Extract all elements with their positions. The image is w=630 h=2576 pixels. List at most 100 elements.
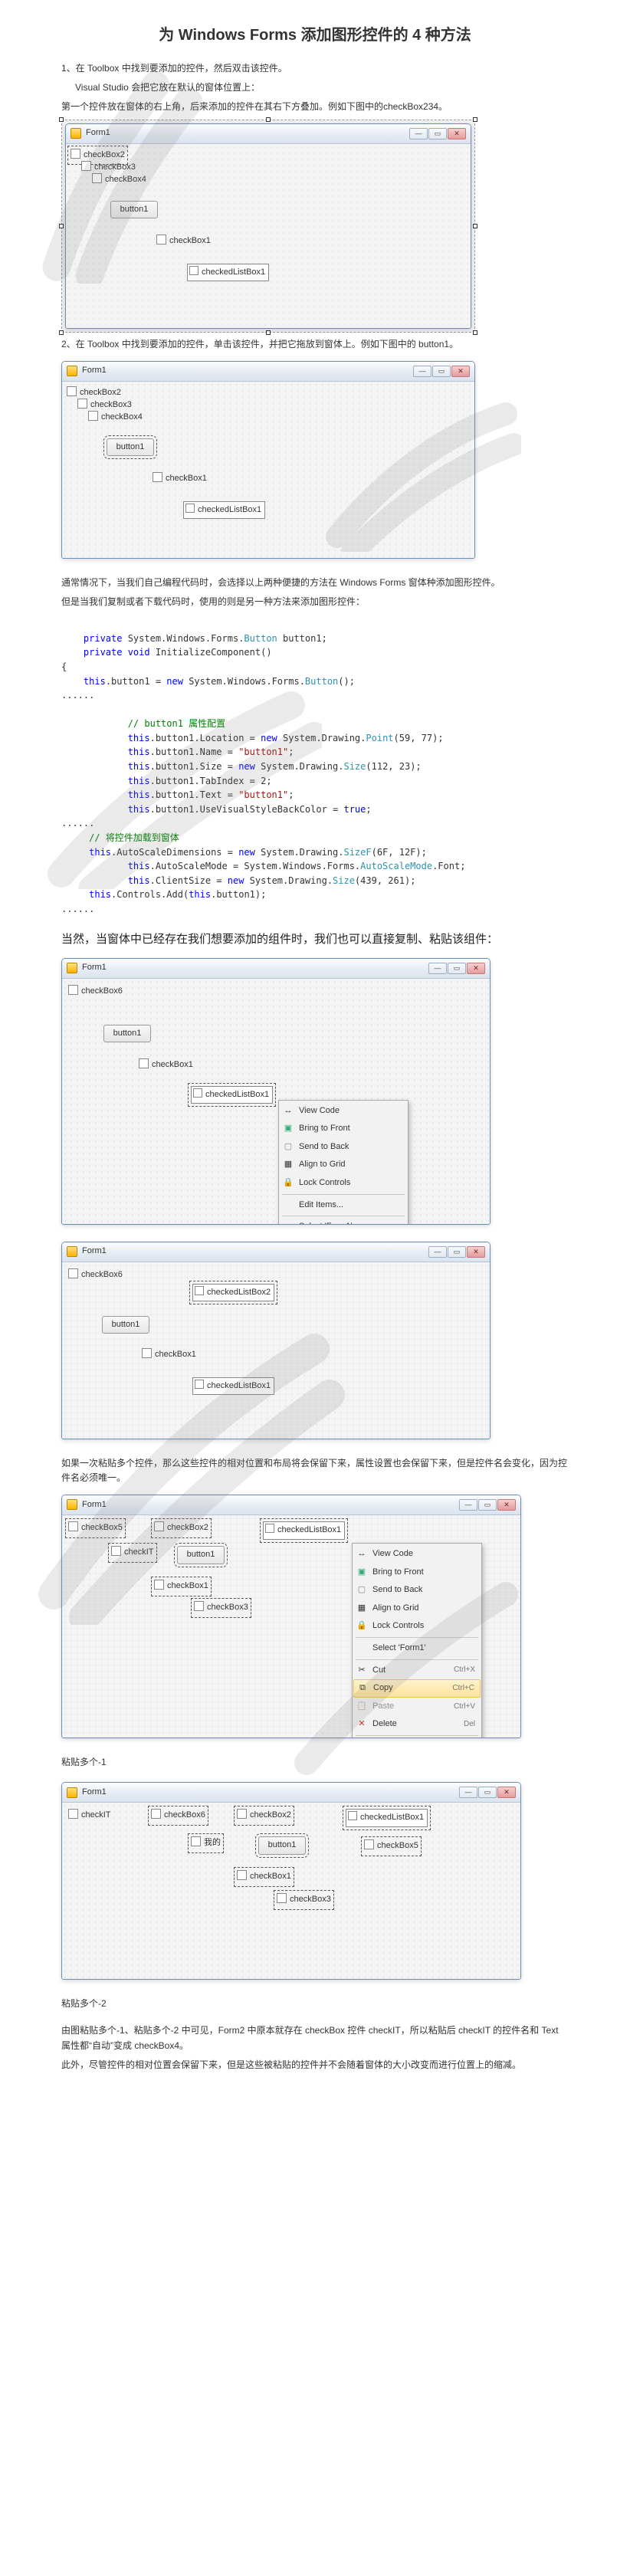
checkbox2[interactable]: checkBox2 bbox=[154, 1521, 208, 1535]
checkbox5[interactable]: checkBox5 bbox=[68, 1521, 123, 1535]
checkbox2[interactable]: checkBox2 bbox=[67, 386, 121, 400]
min-button[interactable]: — bbox=[409, 128, 428, 139]
checkbox2[interactable]: checkBox2 bbox=[237, 1809, 291, 1823]
intro-3: 第一个控件放在窗体的右上角，后来添加的控件在其右下方叠加。例如下图中的check… bbox=[61, 100, 569, 114]
max-button[interactable]: ▭ bbox=[478, 1499, 497, 1511]
window-title: Form1 bbox=[82, 1786, 107, 1800]
window-title: Form1 bbox=[82, 364, 107, 378]
checkbox3[interactable]: checkBox3 bbox=[277, 1893, 331, 1907]
checkbox1[interactable]: checkBox1 bbox=[142, 1348, 196, 1362]
close-button[interactable]: ✕ bbox=[467, 1246, 485, 1258]
checkbox6[interactable]: checkBox6 bbox=[68, 1268, 123, 1282]
max-button[interactable]: ▭ bbox=[478, 1787, 497, 1798]
ctx-send-back[interactable]: ▢Send to Back bbox=[353, 1581, 481, 1600]
close-button[interactable]: ✕ bbox=[448, 128, 466, 139]
checkedlistbox1[interactable]: checkedListBox1 bbox=[346, 1809, 428, 1827]
checkbox1[interactable]: checkBox1 bbox=[154, 1580, 208, 1593]
button1[interactable]: button1 bbox=[103, 1025, 151, 1043]
para-6: 此外，尽管控件的相对位置会保留下来，但是这些被粘贴的控件并不会随着窗体的大小改变… bbox=[61, 2058, 569, 2072]
para-3a: 通常情况下，当我们自己编程代码时，会选择以上两种便捷的方法在 Windows F… bbox=[61, 576, 569, 590]
ctx-viewcode[interactable]: ↔View Code bbox=[353, 1545, 481, 1564]
ctx-viewcode[interactable]: ↔View Code bbox=[279, 1102, 408, 1121]
ctx-paste[interactable]: 📋PasteCtrl+V bbox=[353, 1698, 481, 1716]
intro-1: 1、在 Toolbox 中找到要添加的控件，然后双击该控件。 bbox=[61, 61, 569, 76]
context-menu-2[interactable]: ↔View Code ▣Bring to Front ▢Send to Back… bbox=[352, 1543, 482, 1738]
checkbox4-wd[interactable]: 我的 bbox=[191, 1836, 221, 1850]
form-designer-2: Form1 — ▭ ✕ checkBox2 checkBox3 checkBox… bbox=[61, 361, 475, 559]
min-button[interactable]: — bbox=[459, 1787, 477, 1798]
close-button[interactable]: ✕ bbox=[497, 1499, 516, 1511]
ctx-select-form[interactable]: Select 'Form1' bbox=[353, 1639, 481, 1658]
caption-1: 粘贴多个-1 bbox=[61, 1755, 569, 1770]
checkedlistbox1[interactable]: checkedListBox1 bbox=[263, 1521, 345, 1540]
checkbox6[interactable]: checkBox6 bbox=[151, 1809, 205, 1823]
lead-copy-paste: 当然，当窗体中已经存在我们想要添加的组件时，我们也可以直接复制、粘贴该组件： bbox=[61, 930, 569, 949]
ctx-lock[interactable]: 🔒Lock Controls bbox=[353, 1617, 481, 1636]
para-3b: 但是当我们复制或者下载代码时，使用的则是另一种方法来添加图形控件： bbox=[61, 595, 569, 609]
button1-selected[interactable]: button1 bbox=[107, 438, 154, 457]
app-icon bbox=[67, 366, 77, 376]
caption-2: 粘贴多个-2 bbox=[61, 1997, 569, 2011]
form-designer-5: Form1 — ▭ ✕ checkBox5 checkBox2 checkedL… bbox=[61, 1495, 521, 1738]
ctx-cut[interactable]: ✂CutCtrl+X bbox=[353, 1662, 481, 1680]
app-icon bbox=[67, 963, 77, 973]
code-block: private System.Windows.Forms.Button butt… bbox=[61, 617, 569, 916]
para-2: 2、在 Toolbox 中找到要添加的控件，单击该控件，并把它拖放到窗体上。例如… bbox=[61, 337, 569, 352]
ctx-copy[interactable]: ⧉CopyCtrl+C bbox=[353, 1679, 481, 1698]
checkbox3[interactable]: checkBox3 bbox=[194, 1601, 248, 1615]
ctx-select-form[interactable]: Select 'Form1' bbox=[279, 1218, 408, 1224]
button1[interactable]: button1 bbox=[110, 201, 158, 219]
context-menu[interactable]: ↔View Code ▣Bring to Front ▢Send to Back… bbox=[278, 1100, 409, 1225]
window-title: Form1 bbox=[82, 961, 107, 975]
checkedlistbox2[interactable]: checkedListBox2 bbox=[192, 1284, 274, 1302]
checkedlistbox1-selected[interactable]: checkedListBox1 bbox=[191, 1086, 273, 1104]
checkbox5[interactable]: checkBox5 bbox=[364, 1839, 418, 1853]
ctx-align-grid[interactable]: ▦Align to Grid bbox=[353, 1600, 481, 1618]
checkbox3[interactable]: checkBox3 bbox=[77, 399, 132, 412]
min-button[interactable]: — bbox=[413, 366, 431, 377]
checkedlistbox1[interactable]: checkedListBox1 bbox=[192, 1377, 274, 1396]
ctx-bring-front[interactable]: ▣Bring to Front bbox=[353, 1564, 481, 1582]
ctx-bring-front[interactable]: ▣Bring to Front bbox=[279, 1120, 408, 1138]
checkedlistbox1[interactable]: checkedListBox1 bbox=[183, 501, 265, 520]
checkbox3[interactable]: checkBox3 bbox=[81, 161, 136, 175]
close-button[interactable]: ✕ bbox=[451, 366, 470, 377]
button1[interactable]: button1 bbox=[177, 1546, 225, 1564]
checkbox4[interactable]: checkBox4 bbox=[88, 411, 143, 425]
ctx-align-grid[interactable]: ▦Align to Grid bbox=[279, 1156, 408, 1174]
form-designer-3: Form1 — ▭ ✕ checkBox6 button1 checkBox1 … bbox=[61, 958, 491, 1225]
checkbox1[interactable]: checkBox1 bbox=[139, 1058, 193, 1072]
max-button[interactable]: ▭ bbox=[432, 366, 451, 377]
max-button[interactable]: ▭ bbox=[448, 963, 466, 974]
min-button[interactable]: — bbox=[428, 963, 447, 974]
intro-2: Visual Studio 会把它放在默认的窗体位置上： bbox=[61, 80, 569, 95]
checkbox1[interactable]: checkBox1 bbox=[153, 472, 207, 486]
close-button[interactable]: ✕ bbox=[497, 1787, 516, 1798]
button1[interactable]: button1 bbox=[102, 1316, 149, 1334]
checkIT[interactable]: checkIT bbox=[111, 1546, 154, 1560]
button1[interactable]: button1 bbox=[258, 1836, 306, 1855]
max-button[interactable]: ▭ bbox=[448, 1246, 466, 1258]
window-title: Form1 bbox=[86, 126, 110, 140]
para-5: 由图粘贴多个-1、粘贴多个-2 中可见，Form2 中原本就存在 checkBo… bbox=[61, 2023, 569, 2053]
checkbox2[interactable]: checkBox2 bbox=[71, 149, 125, 162]
checkbox1[interactable]: checkBox1 bbox=[237, 1870, 291, 1884]
window-title: Form1 bbox=[82, 1498, 107, 1512]
app-icon bbox=[67, 1246, 77, 1257]
ctx-delete[interactable]: ✕DeleteDel bbox=[353, 1715, 481, 1734]
max-button[interactable]: ▭ bbox=[428, 128, 447, 139]
checkIT[interactable]: checkIT bbox=[68, 1809, 111, 1823]
min-button[interactable]: — bbox=[428, 1246, 447, 1258]
form-designer-6: Form1 — ▭ ✕ checkIT checkBox6 checkBox2 … bbox=[61, 1782, 521, 1980]
ctx-lock[interactable]: 🔒Lock Controls bbox=[279, 1174, 408, 1193]
checkbox1[interactable]: checkBox1 bbox=[156, 235, 211, 248]
checkedlistbox1[interactable]: checkedListBox1 bbox=[187, 264, 269, 282]
form-designer-1: Form1 — ▭ ✕ checkBox2 checkBox3 checkBox… bbox=[61, 120, 475, 333]
min-button[interactable]: — bbox=[459, 1499, 477, 1511]
checkbox6[interactable]: checkBox6 bbox=[68, 985, 123, 999]
app-icon bbox=[67, 1499, 77, 1510]
checkbox4[interactable]: checkBox4 bbox=[92, 173, 146, 187]
close-button[interactable]: ✕ bbox=[467, 963, 485, 974]
ctx-send-back[interactable]: ▢Send to Back bbox=[279, 1138, 408, 1157]
ctx-edit-items[interactable]: Edit Items... bbox=[279, 1196, 408, 1215]
